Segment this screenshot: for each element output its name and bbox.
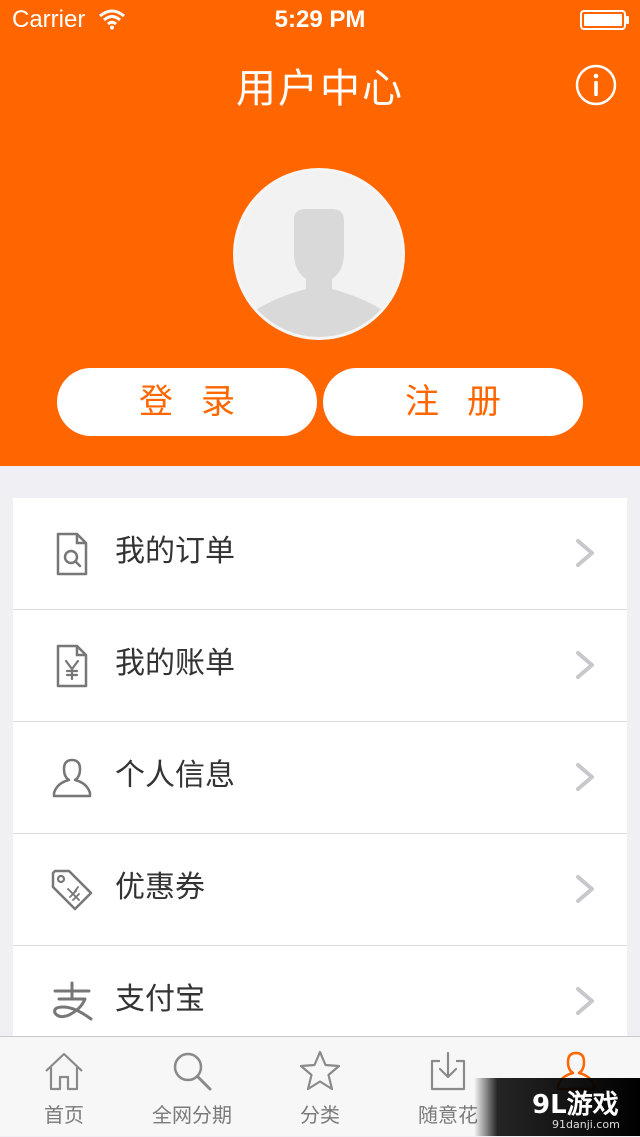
status-bar: Carrier 5:29 PM	[0, 0, 640, 40]
tab-label: 全网分期	[152, 1103, 232, 1127]
menu-item-my-orders[interactable]: 我的订单	[13, 498, 627, 610]
bill-yen-icon	[56, 644, 88, 688]
user-center-header: Carrier 5:29 PM 用户中心 登录 注册	[0, 0, 640, 466]
tab-categories[interactable]: 分类	[256, 1037, 384, 1137]
chevron-right-icon	[576, 651, 594, 679]
site-watermark: 9L游戏 91danji.com	[474, 1078, 640, 1136]
menu-item-my-bills[interactable]: 我的账单	[13, 610, 627, 722]
menu-item-label: 我的账单	[115, 646, 235, 681]
tab-home[interactable]: 首页	[0, 1037, 128, 1137]
menu-item-label: 支付宝	[115, 982, 205, 1017]
register-button[interactable]: 注册	[323, 368, 583, 436]
search-icon	[173, 1052, 212, 1091]
menu-item-coupons[interactable]: 优惠券	[13, 834, 627, 946]
default-avatar-icon	[254, 209, 384, 337]
login-button[interactable]: 登录	[57, 368, 317, 436]
coupon-tag-icon	[51, 869, 93, 911]
avatar[interactable]	[233, 168, 405, 340]
chevron-right-icon	[576, 987, 594, 1015]
menu-item-label: 个人信息	[115, 758, 235, 793]
status-time: 5:29 PM	[274, 6, 366, 33]
battery-icon	[580, 10, 629, 30]
order-search-icon	[56, 532, 88, 576]
watermark-domain: 91danji.com	[552, 1118, 620, 1131]
tab-installments[interactable]: 全网分期	[128, 1037, 256, 1137]
info-circle-icon[interactable]	[574, 63, 618, 107]
star-icon	[299, 1050, 341, 1091]
download-tray-icon	[430, 1051, 466, 1091]
menu-item-label: 优惠券	[115, 870, 205, 905]
page-title: 用户中心	[236, 66, 404, 112]
alipay-icon	[53, 981, 93, 1021]
tab-label: 首页	[44, 1103, 84, 1127]
chevron-right-icon	[576, 539, 594, 567]
watermark-logo-text: 9L游戏	[532, 1090, 619, 1120]
user-outline-icon	[52, 758, 92, 798]
tab-label: 分类	[300, 1103, 340, 1127]
chevron-right-icon	[576, 875, 594, 903]
home-icon	[45, 1052, 83, 1091]
menu-item-label: 我的订单	[115, 534, 235, 569]
menu-item-personal-info[interactable]: 个人信息	[13, 722, 627, 834]
user-menu: 我的订单 我的账单 个人信息 优惠券 支付宝	[13, 498, 627, 1057]
chevron-right-icon	[576, 763, 594, 791]
